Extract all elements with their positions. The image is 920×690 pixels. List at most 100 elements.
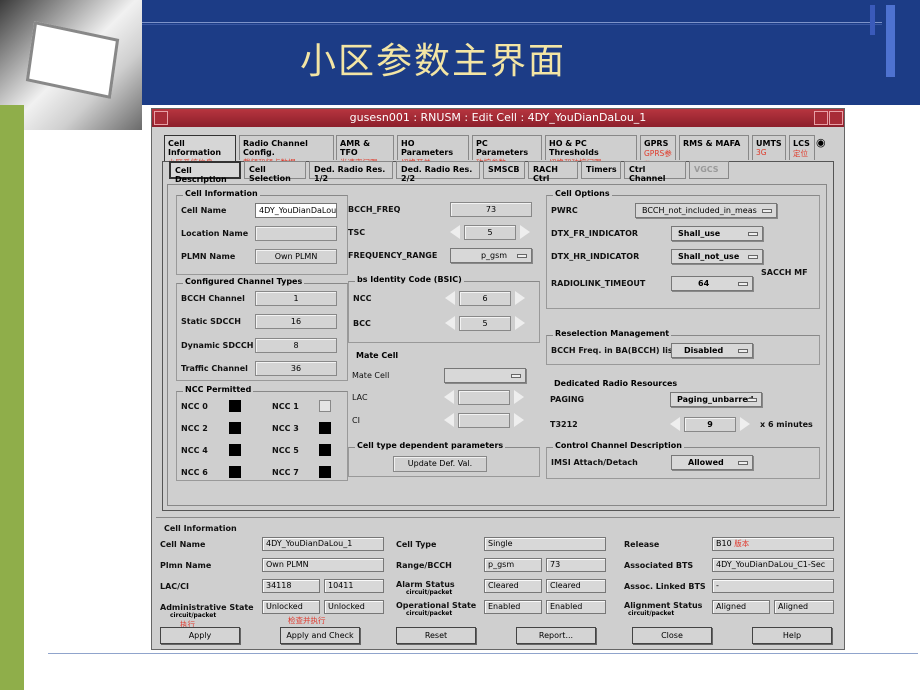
alignment-status-label: Alignment Status bbox=[624, 601, 703, 610]
tab-smscb[interactable]: SMSCB bbox=[483, 161, 525, 179]
slide-title: 小区参数主界面 bbox=[300, 41, 567, 82]
tab-ded-radio-res-2[interactable]: Ded. Radio Res. 2/2 bbox=[396, 161, 480, 183]
ncc-6-label: NCC 6 bbox=[181, 468, 208, 477]
t3212-label: T3212 bbox=[550, 420, 578, 429]
bcc-decrement-arrow[interactable] bbox=[445, 316, 455, 330]
ncc-7-checkbox[interactable] bbox=[319, 466, 331, 478]
static-sdcch-field[interactable]: 16 bbox=[255, 314, 337, 329]
dynamic-sdcch-field[interactable]: 8 bbox=[255, 338, 337, 353]
tab-rach-ctrl[interactable]: RACH Ctrl bbox=[528, 161, 578, 183]
ci-decrement-arrow[interactable] bbox=[444, 413, 454, 427]
bcc-label: BCC bbox=[353, 319, 371, 328]
group-label: Cell type dependent parameters bbox=[355, 441, 506, 450]
bcc-increment-arrow[interactable] bbox=[515, 316, 525, 330]
bottom-cell-information: Cell Information Cell Name 4DY_YouDianDa… bbox=[156, 517, 840, 649]
bcch-freq-ba-dropdown[interactable]: Disabled bbox=[671, 343, 753, 358]
ncc-1-label: NCC 1 bbox=[272, 402, 299, 411]
imsi-attach-label: IMSI Attach/Detach bbox=[551, 458, 638, 467]
release-value: B10 bbox=[716, 539, 732, 548]
dynamic-sdcch-label: Dynamic SDCCH bbox=[181, 341, 254, 350]
location-name-field[interactable] bbox=[255, 226, 337, 241]
apply-button[interactable]: Apply bbox=[160, 627, 240, 644]
tab-vgcs[interactable]: VGCS bbox=[689, 161, 729, 179]
imsi-attach-dropdown[interactable]: Allowed bbox=[671, 455, 753, 470]
tab-label: GPRS bbox=[644, 139, 669, 148]
tab-cell-description[interactable]: Cell Description bbox=[169, 161, 241, 184]
tab-lcs[interactable]: LCS 定位 bbox=[789, 135, 815, 160]
bcch-freq-ba-label: BCCH Freq. in BA(BCCH) list bbox=[551, 346, 677, 355]
tab-label: AMR & TFO bbox=[340, 139, 371, 157]
help-button[interactable]: Help bbox=[752, 627, 832, 644]
t3212-increment-arrow[interactable] bbox=[740, 417, 750, 431]
tab-amr-tfo[interactable]: AMR & TFO半速率门限 bbox=[336, 135, 394, 167]
tab-cell-selection[interactable]: Cell Selection bbox=[244, 161, 306, 183]
plmn-name-field[interactable]: Own PLMN bbox=[255, 249, 337, 264]
tsc-decrement-arrow[interactable] bbox=[450, 225, 460, 239]
tab-timers[interactable]: Timers bbox=[581, 161, 621, 179]
maximize-button[interactable] bbox=[829, 111, 843, 125]
paging-dropdown[interactable]: Paging_unbarred bbox=[670, 392, 762, 407]
tab-pc-parameters[interactable]: PC Parameters功控参数 bbox=[472, 135, 542, 167]
tab-cell-information[interactable]: Cell Information小区系统信息 bbox=[164, 135, 236, 167]
tab-ho-parameters[interactable]: HO Parameters切换开关 bbox=[397, 135, 469, 167]
slide-left-bar bbox=[0, 105, 24, 690]
ci-increment-arrow[interactable] bbox=[514, 413, 524, 427]
update-default-values-button[interactable]: Update Def. Val. bbox=[393, 456, 487, 472]
bcch-channel-field[interactable]: 1 bbox=[255, 291, 337, 306]
tab-umts[interactable]: UMTS 3G bbox=[752, 135, 786, 160]
t3212-field[interactable]: 9 bbox=[684, 417, 736, 432]
ncc-2-checkbox[interactable] bbox=[229, 422, 241, 434]
traffic-channel-field[interactable]: 36 bbox=[255, 361, 337, 376]
group-label: Control Channel Description bbox=[553, 441, 684, 450]
tsc-field[interactable]: 5 bbox=[464, 225, 516, 240]
minimize-button[interactable] bbox=[814, 111, 828, 125]
tab-ctrl-channel[interactable]: Ctrl Channel bbox=[624, 161, 686, 183]
lac-increment-arrow[interactable] bbox=[514, 390, 524, 404]
window-menu-button[interactable] bbox=[154, 111, 168, 125]
lac-decrement-arrow[interactable] bbox=[444, 390, 454, 404]
ncc-increment-arrow[interactable] bbox=[515, 291, 525, 305]
bcch-freq-field[interactable]: 73 bbox=[450, 202, 532, 217]
dtx-fr-dropdown[interactable]: Shall_use bbox=[671, 226, 763, 241]
dtx-hr-dropdown[interactable]: Shall_not_use bbox=[671, 249, 763, 264]
window-titlebar[interactable]: gusesn001 : RNUSM : Edit Cell : 4DY_YouD… bbox=[152, 109, 844, 127]
group-label: Cell Information bbox=[164, 524, 237, 533]
ncc-6-checkbox[interactable] bbox=[229, 466, 241, 478]
ncc-0-checkbox[interactable] bbox=[229, 400, 241, 412]
ncc-1-checkbox[interactable] bbox=[319, 400, 331, 412]
radiolink-timeout-dropdown[interactable]: 64 bbox=[671, 276, 753, 291]
tab-rms-mafa[interactable]: RMS & MAFA bbox=[679, 135, 749, 160]
mate-cell-group: Mate Cell Mate Cell LAC CI bbox=[348, 351, 540, 433]
t3212-decrement-arrow[interactable] bbox=[670, 417, 680, 431]
dtx-fr-value: Shall_use bbox=[678, 229, 721, 238]
ci-label: CI bbox=[352, 416, 360, 425]
binoculars-icon[interactable]: ◉ bbox=[816, 137, 828, 149]
frequency-range-dropdown[interactable]: p_gsm bbox=[450, 248, 532, 263]
tab-radio-channel-config[interactable]: Radio Channel Config.载频和频点数据 bbox=[239, 135, 334, 167]
apply-and-check-button[interactable]: Apply and Check bbox=[280, 627, 360, 644]
bcc-field[interactable]: 5 bbox=[459, 316, 511, 331]
tsc-increment-arrow[interactable] bbox=[520, 225, 530, 239]
reset-button[interactable]: Reset bbox=[396, 627, 476, 644]
ncc-3-checkbox[interactable] bbox=[319, 422, 331, 434]
pwrc-dropdown[interactable]: BCCH_not_included_in_meas bbox=[635, 203, 777, 218]
ncc-5-checkbox[interactable] bbox=[319, 444, 331, 456]
dtx-hr-value: Shall_not_use bbox=[678, 252, 740, 261]
ncc-decrement-arrow[interactable] bbox=[445, 291, 455, 305]
t3212-unit: x 6 minutes bbox=[760, 420, 813, 429]
tab-ho-pc-thresholds[interactable]: HO & PC Thresholds切换和功控门限 bbox=[545, 135, 637, 167]
report-button[interactable]: Report... bbox=[516, 627, 596, 644]
ncc-4-checkbox[interactable] bbox=[229, 444, 241, 456]
mate-cell-dropdown[interactable] bbox=[444, 368, 526, 383]
cell-name-field[interactable]: 4DY_YouDianDaLou bbox=[255, 203, 337, 218]
ci-field[interactable] bbox=[458, 413, 510, 428]
decor-bar bbox=[886, 5, 895, 77]
lac-field[interactable] bbox=[458, 390, 510, 405]
tab-label: HO Parameters bbox=[401, 139, 454, 157]
tab-gprs[interactable]: GPRSGPRS参数 bbox=[640, 135, 676, 169]
tab-ded-radio-res-1[interactable]: Ded. Radio Res. 1/2 bbox=[309, 161, 393, 183]
traffic-channel-label: Traffic Channel bbox=[181, 364, 248, 373]
ncc-0-label: NCC 0 bbox=[181, 402, 208, 411]
close-button[interactable]: Close bbox=[632, 627, 712, 644]
ncc-field[interactable]: 6 bbox=[459, 291, 511, 306]
